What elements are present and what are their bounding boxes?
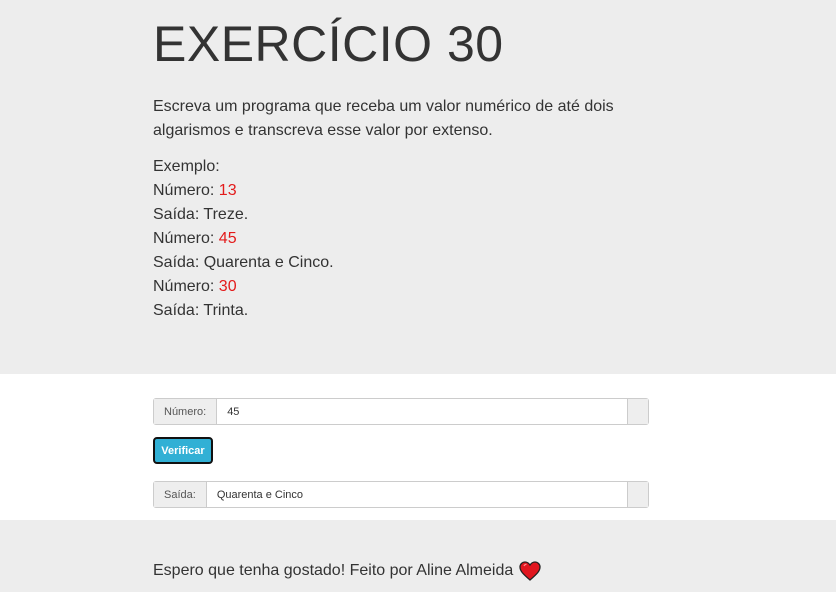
example-number-value: 45 bbox=[218, 230, 237, 247]
output-input-addon bbox=[627, 482, 648, 507]
example-output-line: Saída: Quarenta e Cinco. bbox=[153, 254, 334, 271]
example-output-line: Saída: Trinta. bbox=[153, 302, 249, 319]
example-number-line: Número: 30 bbox=[153, 278, 237, 295]
examples-label: Exemplo: bbox=[153, 158, 220, 175]
output-input-group: Saída: bbox=[153, 481, 649, 508]
exercise-description: Escreva um programa que receba um valor … bbox=[153, 98, 614, 139]
number-input-group: Número: bbox=[153, 398, 649, 425]
example-output-line: Saída: Treze. bbox=[153, 206, 249, 223]
examples-block: Exemplo: Número: 13 Saída: Treze. Número… bbox=[153, 155, 334, 323]
verify-button[interactable]: Verificar bbox=[153, 437, 213, 464]
number-input-addon bbox=[627, 399, 648, 424]
example-number-line: Número: 13 bbox=[153, 182, 237, 199]
footer: Espero que tenha gostado! Feito por Alin… bbox=[0, 520, 836, 592]
heart-icon bbox=[519, 561, 541, 581]
example-number-value: 30 bbox=[218, 278, 237, 295]
header-section: EXERCÍCIO 30 Escreva um programa que rec… bbox=[0, 0, 836, 374]
output-field[interactable] bbox=[206, 482, 627, 507]
form-section: Número: Verificar Saída: bbox=[0, 374, 836, 520]
output-field-label: Saída: bbox=[154, 482, 207, 507]
footer-credit: Espero que tenha gostado! Feito por Alin… bbox=[153, 562, 514, 579]
page-title: EXERCÍCIO 30 bbox=[153, 16, 504, 72]
number-field-label: Número: bbox=[154, 399, 218, 424]
example-number-line: Número: 45 bbox=[153, 230, 237, 247]
example-number-value: 13 bbox=[218, 182, 237, 199]
number-input[interactable] bbox=[217, 399, 627, 424]
